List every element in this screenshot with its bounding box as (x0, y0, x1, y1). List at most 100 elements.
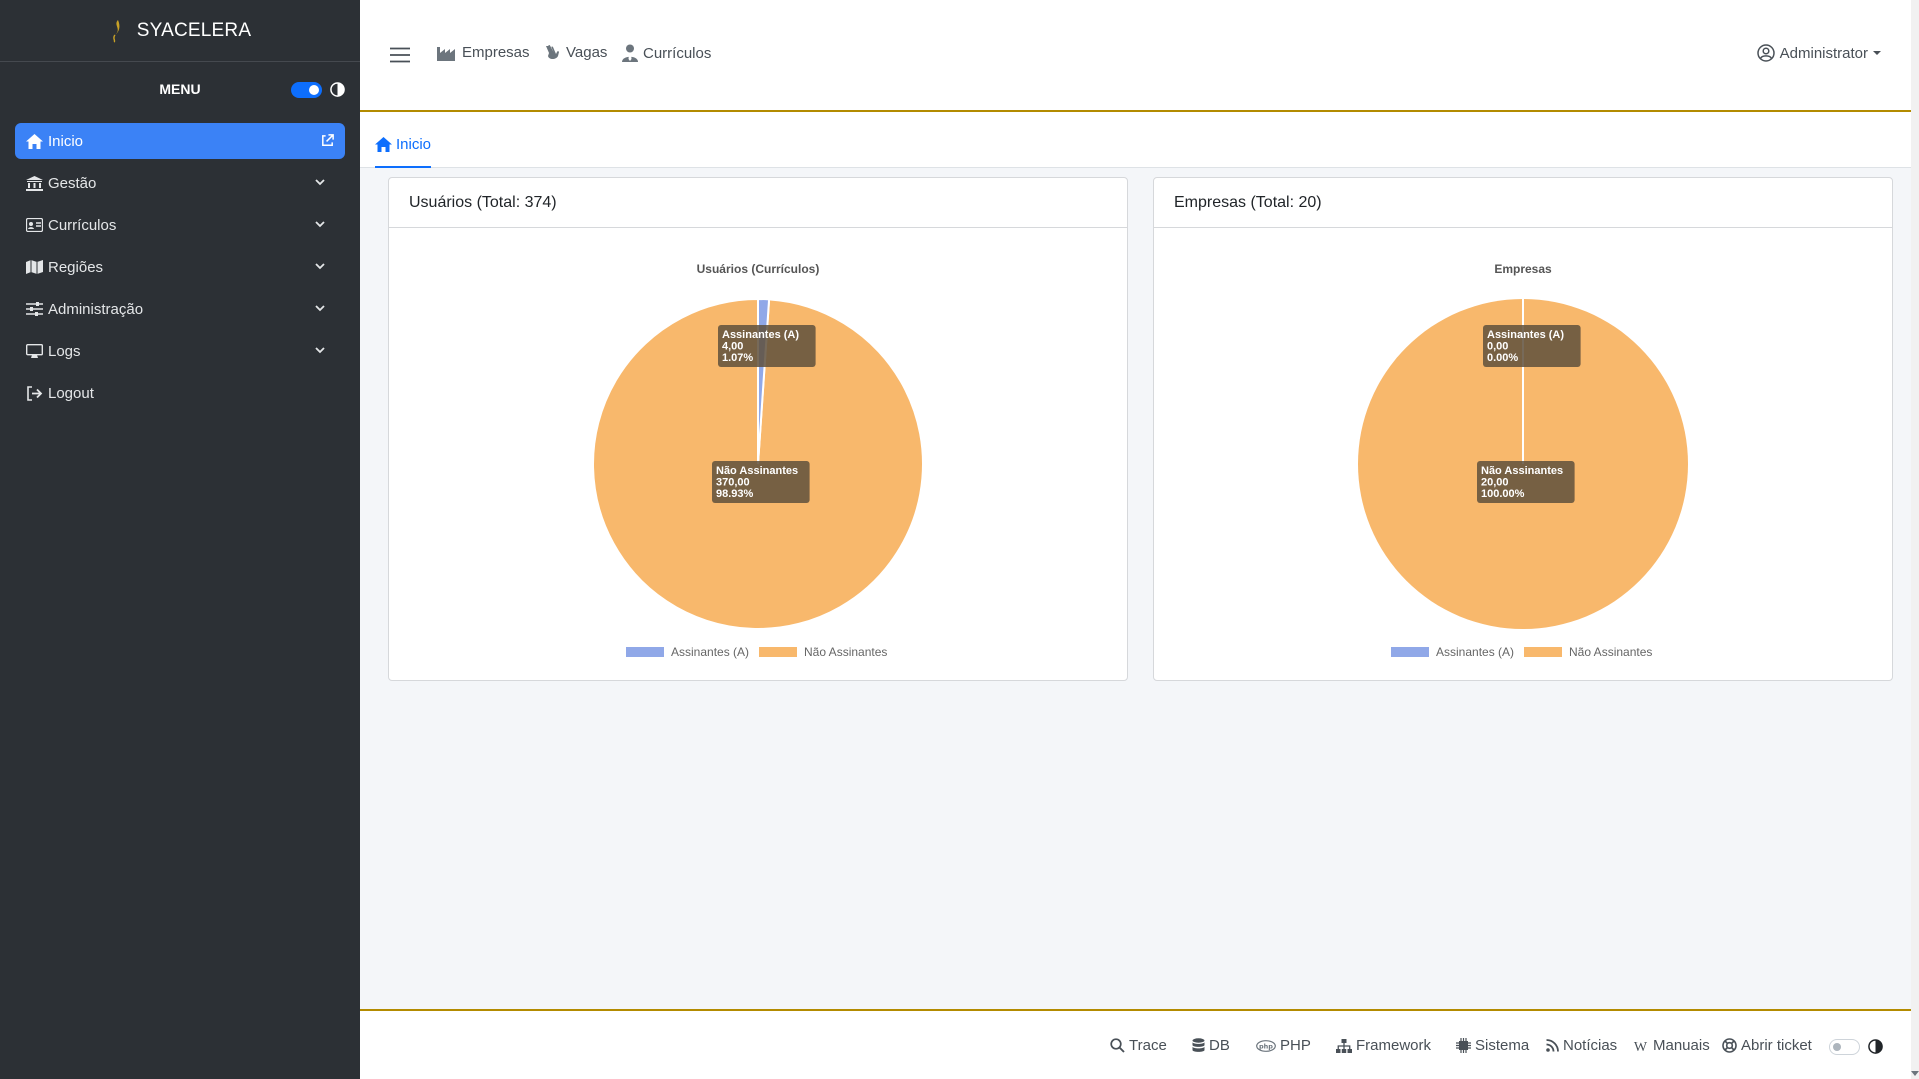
card-usuarios: Usuários (Total: 374) Usuários (Currícul… (388, 177, 1128, 681)
chevron-down-icon (315, 221, 325, 228)
scroll-down-arrow-icon[interactable] (1911, 1069, 1919, 1077)
data-label-text: Assinantes (A) (722, 329, 799, 341)
sidebar-item-logs[interactable]: Logs (15, 333, 345, 369)
tab-inicio[interactable]: Inicio (375, 126, 432, 168)
sliders-icon (25, 301, 43, 317)
rss-icon (1546, 1039, 1559, 1052)
footer-link-sistema[interactable]: Sistema (1456, 1037, 1529, 1054)
contrast-icon[interactable] (330, 82, 345, 97)
footer-link-label: PHP (1280, 1037, 1311, 1054)
footer-link-label: Trace (1129, 1037, 1167, 1054)
pie-chart-empresas: EmpresasAssinantes (A)0,000.00%Não Assin… (1358, 262, 1688, 659)
map-icon (25, 259, 43, 275)
sidebar-item-regioes[interactable]: Regiões (15, 249, 345, 285)
legend-item[interactable]: Não Assinantes (759, 645, 887, 659)
sitemap-icon (1336, 1038, 1352, 1053)
chart-title: Empresas (1494, 262, 1552, 276)
data-label-text: 1.07% (722, 352, 753, 364)
home-icon (375, 136, 392, 152)
card-empresas: Empresas (Total: 20) Empresas Assinantes … (1153, 177, 1893, 681)
brand-name: SYACELERA (136, 19, 252, 41)
footer-link-label: Sistema (1475, 1037, 1530, 1054)
caret-down-icon (1873, 51, 1881, 55)
footer-link-label: Abrir ticket (1741, 1037, 1812, 1054)
sidebar-item-label: Gestão (48, 174, 97, 192)
footer-link-manuais[interactable]: W Manuais (1632, 1037, 1710, 1054)
database-icon (1192, 1038, 1205, 1052)
footer-theme-toggle[interactable] (1829, 1039, 1860, 1055)
footer-link-label: Notícias (1563, 1037, 1618, 1054)
data-label-text: 370,00 (716, 477, 750, 489)
hand-icon (546, 44, 559, 59)
nav-link-label: Empresas (462, 44, 530, 61)
sidebar-item-curriculos[interactable]: Currículos (15, 207, 345, 243)
sidebar: SYACELERA MENU Inicio Gestão Currículos … (0, 0, 360, 1079)
sidebar-item-label: Administração (48, 300, 144, 318)
data-label-box: Não Assinantes370,0098.93% (712, 461, 810, 503)
footer-link-php[interactable]: php PHP (1256, 1037, 1311, 1054)
legend-label: Não Assinantes (804, 645, 887, 659)
industry-icon (437, 46, 455, 61)
sidebar-item-gestao[interactable]: Gestão (15, 165, 345, 201)
footer: Trace DB php PHP Framework Sistema Notíc… (360, 1009, 1911, 1079)
footer-link-label: Framework (1356, 1037, 1432, 1054)
chevron-down-icon (315, 305, 325, 312)
data-label-text: 98.93% (716, 488, 754, 500)
tab-label: Inicio (396, 135, 432, 153)
logout-icon (25, 385, 43, 401)
card-title: Empresas (Total: 20) (1154, 178, 1892, 228)
sidebar-item-label: Regiões (48, 258, 104, 276)
sidebar-item-administracao[interactable]: Administração (15, 291, 345, 327)
landmark-icon (25, 175, 43, 191)
data-label-text: Assinantes (A) (1487, 329, 1564, 341)
footer-link-abrir-ticket[interactable]: Abrir ticket (1722, 1037, 1812, 1054)
brand[interactable]: SYACELERA (0, 0, 360, 62)
nav-link-label: Currículos (643, 44, 712, 62)
chart-title: Usuários (Currículos) (697, 262, 820, 276)
nav-link-empresas[interactable]: Empresas (437, 44, 530, 61)
user-menu[interactable]: Administrator (1756, 44, 1881, 62)
nav-link-label: Vagas (566, 44, 608, 61)
sidebar-item-inicio[interactable]: Inicio (15, 123, 345, 159)
cpu-icon (1456, 1038, 1471, 1053)
legend-label: Assinantes (A) (671, 645, 749, 659)
search-icon (1110, 1038, 1125, 1053)
legend-swatch (1524, 647, 1562, 657)
sidebar-mode-toggle[interactable] (291, 82, 322, 98)
wikipedia-icon: W (1634, 1040, 1648, 1052)
legend-item[interactable]: Assinantes (A) (1391, 645, 1514, 659)
data-label-text: 0,00 (1487, 341, 1508, 353)
data-label-text: 0.00% (1487, 352, 1518, 364)
sidebar-item-logout[interactable]: Logout (15, 375, 345, 411)
sidebar-item-label: Logs (48, 342, 81, 360)
data-label-text: 20,00 (1481, 477, 1509, 489)
nav-link-curriculos[interactable]: Currículos (622, 44, 711, 62)
sidebar-item-label: Logout (48, 384, 94, 402)
footer-link-db[interactable]: DB (1192, 1037, 1230, 1054)
footer-link-label: Manuais (1653, 1037, 1710, 1054)
hamburger-menu-icon[interactable] (390, 47, 410, 63)
legend-item[interactable]: Assinantes (A) (626, 645, 749, 659)
data-label-box: Não Assinantes20,00100.00% (1477, 461, 1575, 503)
user-tie-icon (622, 44, 638, 62)
legend-label: Assinantes (A) (1436, 645, 1514, 659)
top-navbar: Empresas Vagas Currículos Administrator (360, 0, 1911, 112)
data-label-text: Não Assinantes (1481, 465, 1563, 477)
data-label-box: Assinantes (A)0,000.00% (1483, 325, 1581, 367)
data-label-text: Não Assinantes (716, 465, 798, 477)
footer-link-framework[interactable]: Framework (1336, 1037, 1431, 1054)
chevron-down-icon (315, 179, 325, 186)
data-label-text: 100.00% (1481, 488, 1525, 500)
legend-swatch (626, 647, 664, 657)
external-link-icon[interactable] (320, 133, 335, 148)
legend-item[interactable]: Não Assinantes (1524, 645, 1652, 659)
footer-link-trace[interactable]: Trace (1110, 1037, 1167, 1054)
pie-chart-usuarios: Usuários (Currículos)Assinantes (A)4,001… (592, 262, 924, 659)
legend-swatch (759, 647, 797, 657)
nav-link-vagas[interactable]: Vagas (544, 44, 607, 61)
footer-link-noticias[interactable]: Notícias (1546, 1037, 1617, 1054)
legend-swatch (1391, 647, 1429, 657)
page-scrollbar[interactable] (1911, 0, 1919, 1079)
sidebar-nav: Inicio Gestão Currículos Regiões Adminis… (0, 123, 360, 411)
contrast-icon[interactable] (1868, 1039, 1883, 1054)
